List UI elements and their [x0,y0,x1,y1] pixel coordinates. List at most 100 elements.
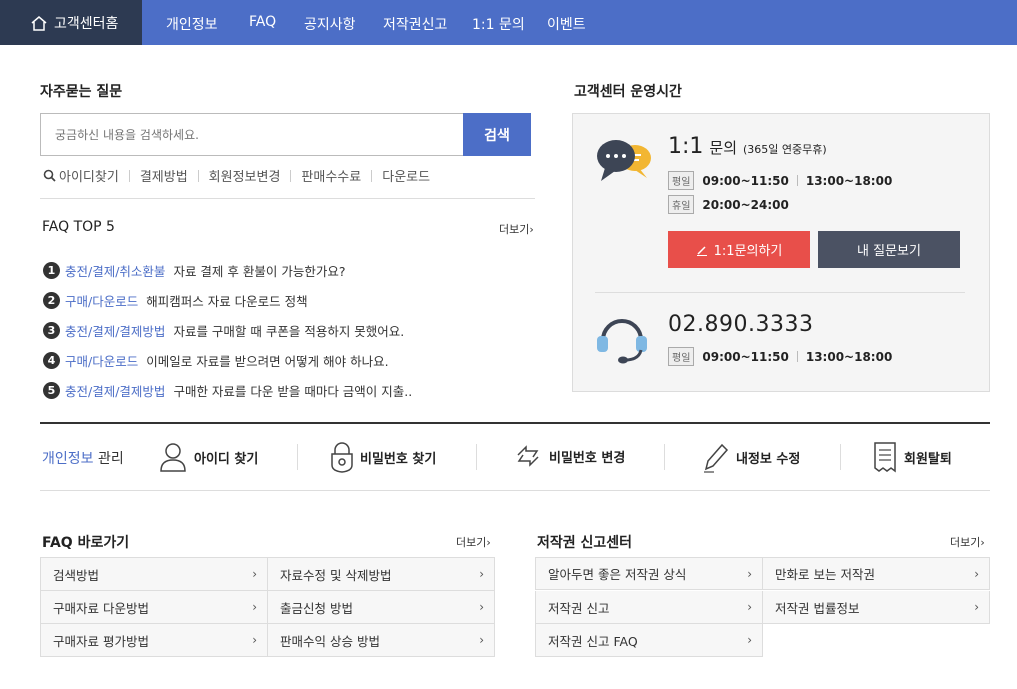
phone-time-1: 09:00~11:50 [702,349,789,364]
faq-shortcuts-more[interactable]: 더보기› [456,534,491,550]
faq-shortcut-item[interactable]: 구매자료 평가방법 › [41,624,268,657]
top-nav: 고객센터홈 개인정보 FAQ 공지사항 저작권신고 1:1 문의 이벤트 [0,0,1017,45]
quick-link-payment[interactable]: 결제방법 [140,166,188,185]
withdraw-link[interactable]: 회원탈퇴 [872,441,952,473]
edit-profile-link[interactable]: 내정보 수정 [700,441,800,473]
section-divider [40,422,990,424]
faq-shortcut-item[interactable]: 판매수익 상승 방법 › [268,624,495,657]
find-id-link[interactable]: 아이디 찾기 [158,441,258,473]
personal-info-title: 개인정보 관리 [42,448,124,468]
faq-shortcuts-title: FAQ 바로가기 [42,535,130,551]
faq-top5-item[interactable]: 5 충전/결제/결제방법 구매한 자료를 다운 받을 때마다 금액이 지출.. [43,375,412,405]
inquiry-heading-big: 1:1 [668,134,704,159]
faq-search-button[interactable]: 검색 [463,113,531,156]
edit-profile-label: 내정보 수정 [736,451,801,467]
faq-top5-title: FAQ TOP 5 [42,219,115,235]
weekday-time-2: 13:00~18:00 [805,173,893,188]
faq-shortcut-item[interactable]: 구매자료 다운방법 › [41,591,268,624]
hours-panel: 1:1 문의 (365일 연중무휴) 평일 09:00~11:50 13:00~… [572,113,990,392]
divider [664,444,665,470]
faq-question: 자료 결제 후 환불이 가능한가요? [173,263,346,279]
faq-search-input[interactable] [40,113,463,156]
refresh-icon [517,445,539,467]
faq-shortcut-item[interactable]: 자료수정 및 삭제방법 › [268,558,495,591]
faq-top5-item[interactable]: 1 충전/결제/취소환불 자료 결제 후 환불이 가능한가요? [43,255,412,285]
change-password-label: 비밀번호 변경 [549,450,626,466]
more-label: 더보기 [950,536,981,549]
phone-number: 02.890.3333 [668,312,814,337]
quick-links: 아이디찾기 결제방법 회원정보변경 판매수수료 다운로드 [43,166,430,185]
copyright-item[interactable]: 저작권 신고 › [535,591,763,624]
faq-shortcut-item[interactable]: 검색방법 › [41,558,268,591]
inquiry-heading-mid: 문의 [709,139,738,157]
faq-top5-more[interactable]: 더보기› [499,221,534,237]
chevron-right-icon: › [252,600,257,614]
pencil-icon [696,245,707,256]
receipt-icon [874,442,896,473]
faq-top5-list: 1 충전/결제/취소환불 자료 결제 후 환불이 가능한가요? 2 구매/다운로… [43,255,412,405]
faq-category: 충전/결제/취소환불 [65,263,166,279]
copyright-more[interactable]: 더보기› [950,534,985,550]
ask-inquiry-button[interactable]: 1:1문의하기 [668,231,810,268]
copyright-item[interactable]: 만화로 보는 저작권 › [763,557,990,590]
chevron-right-icon: › [252,567,257,581]
chevron-right-icon: › [974,600,979,614]
chevron-right-icon: › [747,567,752,581]
faq-shortcut-label: 자료수정 및 삭제방법 [280,567,392,583]
quick-link-find-id[interactable]: 아이디찾기 [43,166,119,185]
rank-badge: 5 [43,381,60,399]
faq-top5-item[interactable]: 2 구매/다운로드 해피캠퍼스 자료 다운로드 정책 [43,285,412,315]
phone-time-2: 13:00~18:00 [805,349,893,364]
nav-faq[interactable]: FAQ [249,14,276,30]
my-questions-button[interactable]: 내 질문보기 [818,231,960,268]
faq-category: 구매/다운로드 [65,353,139,369]
divider [595,292,965,293]
weekday-time-1: 09:00~11:50 [702,173,789,188]
quick-link-sales-fee[interactable]: 판매수수료 [301,166,361,185]
nav-inquiry[interactable]: 1:1 문의 [472,14,525,34]
nav-notice[interactable]: 공지사항 [304,14,356,34]
rank-badge: 3 [43,321,60,339]
faq-category: 충전/결제/결제방법 [65,383,166,399]
holiday-tag: 휴일 [668,195,695,214]
nav-copyright-report[interactable]: 저작권신고 [383,14,447,34]
quick-link-label: 아이디찾기 [59,170,119,185]
nav-personal-info[interactable]: 개인정보 [166,14,218,34]
quick-link-member-edit[interactable]: 회원정보변경 [209,166,281,185]
divider [40,490,990,491]
faq-category: 충전/결제/결제방법 [65,323,166,339]
chevron-right-icon: › [479,600,484,614]
withdraw-label: 회원탈퇴 [904,451,952,467]
chevron-right-icon: › [747,633,752,647]
rank-badge: 1 [43,261,60,279]
home-icon [31,15,47,31]
faq-category: 구매/다운로드 [65,293,139,309]
divider [290,169,292,182]
chevron-right-icon: › [252,633,257,647]
find-password-link[interactable]: 비밀번호 찾기 [330,441,436,473]
nav-home[interactable]: 고객센터홈 [0,0,142,45]
change-password-link[interactable]: 비밀번호 변경 [513,441,625,471]
copyright-label: 저작권 신고 FAQ [548,633,638,649]
divider [128,169,130,182]
find-password-label: 비밀번호 찾기 [360,451,437,467]
nav-event[interactable]: 이벤트 [547,14,586,34]
ask-inquiry-label: 1:1문의하기 [713,244,783,259]
copyright-item[interactable]: 알아두면 좋은 저작권 상식 › [535,557,763,590]
quick-link-download[interactable]: 다운로드 [382,166,430,185]
chevron-right-icon: › [479,567,484,581]
faq-top5-item[interactable]: 4 구매/다운로드 이메일로 자료를 받으려면 어떻게 해야 하나요. [43,345,412,375]
chevron-right-icon: › [974,567,979,581]
rank-badge: 2 [43,291,60,309]
chevron-right-icon: › [479,633,484,647]
faq-shortcut-item[interactable]: 출금신청 방법 › [268,591,495,624]
holiday-hours: 휴일 20:00~24:00 [668,195,789,214]
faq-top5-item[interactable]: 3 충전/결제/결제방법 자료를 구매할 때 쿠폰을 적용하지 못했어요. [43,315,412,345]
copyright-center-title: 저작권 신고센터 [537,535,633,551]
search-icon [43,169,56,182]
more-label: 더보기 [456,536,487,549]
phone-tag: 평일 [668,347,695,366]
copyright-grid: 알아두면 좋은 저작권 상식 › 만화로 보는 저작권 › 저작권 신고 › 저작권 … [535,557,990,657]
copyright-item[interactable]: 저작권 법률정보 › [763,591,990,624]
copyright-item[interactable]: 저작권 신고 FAQ › [535,624,763,657]
